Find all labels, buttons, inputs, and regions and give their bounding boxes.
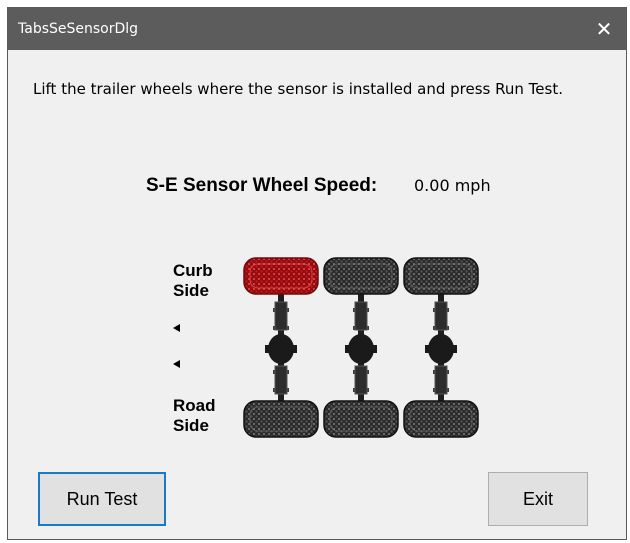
road-wheel [243,400,319,438]
curb-wheel [403,257,479,295]
axle-differential-bar [425,345,457,353]
axle-hub [274,301,288,331]
exit-button[interactable]: Exit [488,472,588,526]
axle-hub [274,365,288,395]
curb-wheel-highlighted [243,257,319,295]
axle-hub [434,365,448,395]
axle-hub [354,301,368,331]
axle-diagram [243,257,479,438]
axle-hub [354,365,368,395]
axle-hub [434,301,448,331]
axle-differential-bar [265,345,297,353]
dialog-window: TabsSeSensorDlg ✕ Lift the trailer wheel… [7,7,627,540]
road-wheel [403,400,479,438]
curb-wheel [323,257,399,295]
run-test-button[interactable]: Run Test [38,472,166,526]
axle-differential-bar [345,345,377,353]
road-wheel [323,400,399,438]
